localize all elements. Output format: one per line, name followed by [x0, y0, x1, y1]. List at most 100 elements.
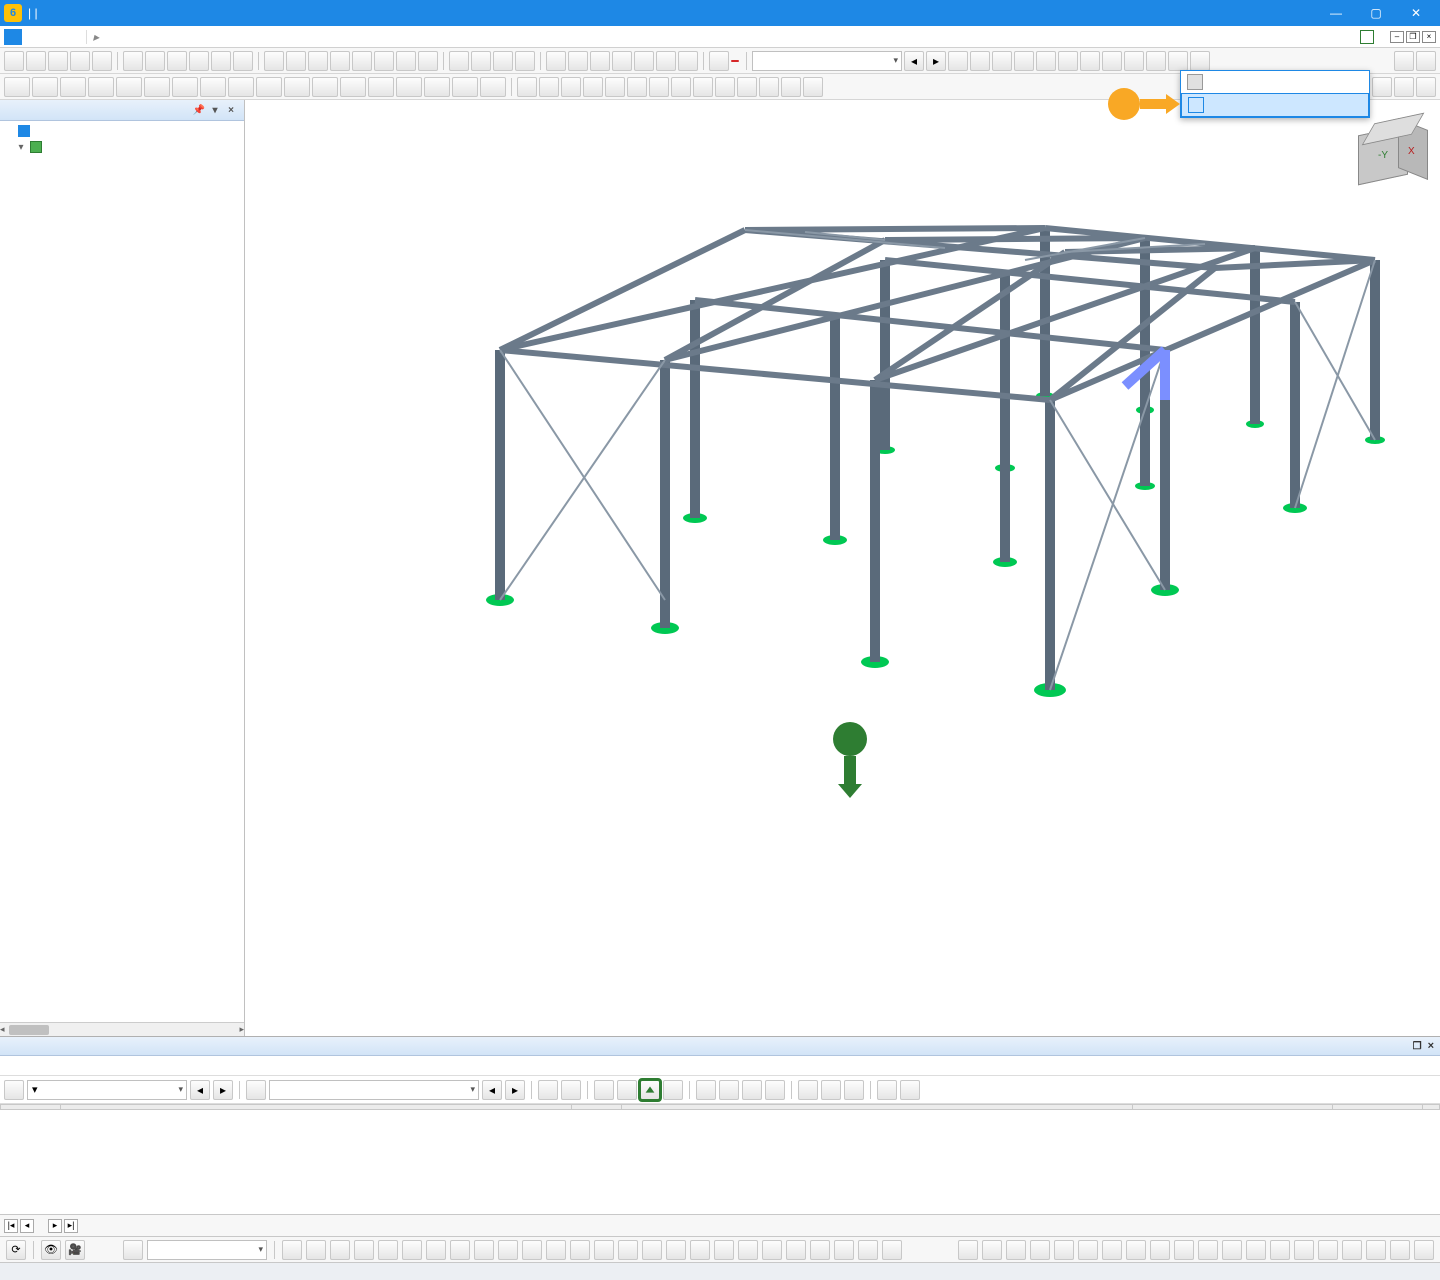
toolbar-button[interactable]	[742, 1080, 762, 1100]
toolbar-button[interactable]	[649, 77, 669, 97]
design-situation-combo[interactable]	[752, 51, 902, 71]
toolbar-button[interactable]	[70, 51, 90, 71]
toolbar-button[interactable]	[786, 1240, 806, 1260]
design-situations-table[interactable]	[0, 1104, 1440, 1110]
toolbar-button[interactable]	[1414, 1240, 1434, 1260]
toolbar-button[interactable]	[26, 51, 46, 71]
toolbar-button[interactable]	[1078, 1240, 1098, 1260]
toolbar-button[interactable]	[1058, 51, 1078, 71]
steel-joint-verify-item[interactable]	[1181, 93, 1369, 117]
model-viewport[interactable]: -Y X	[245, 100, 1440, 1036]
toolbar-button[interactable]	[1030, 1240, 1050, 1260]
toolbar-button[interactable]	[948, 51, 968, 71]
toolbar-button[interactable]	[627, 77, 647, 97]
mdi-close[interactable]: ×	[1422, 31, 1436, 43]
toolbar-button[interactable]	[1390, 1240, 1410, 1260]
data-icon[interactable]	[246, 1080, 266, 1100]
maximize-button[interactable]: ▢	[1356, 0, 1396, 26]
toolbar-button[interactable]	[374, 51, 394, 71]
toolbar-button[interactable]	[1174, 1240, 1194, 1260]
toolbar-button[interactable]	[306, 1240, 326, 1260]
toolbar-button[interactable]	[690, 1240, 710, 1260]
toolbar-button[interactable]	[330, 1240, 350, 1260]
toolbar-button[interactable]	[498, 1240, 518, 1260]
toolbar-button[interactable]	[594, 1240, 614, 1260]
toolbar-button[interactable]	[4, 77, 30, 97]
toolbar-button[interactable]	[480, 77, 506, 97]
toolbar-button[interactable]	[1198, 1240, 1218, 1260]
toolbar-button[interactable]	[781, 77, 801, 97]
toolbar-button[interactable]	[200, 77, 226, 97]
dropdown-icon[interactable]: ▾	[208, 103, 222, 117]
toolbar-button[interactable]	[515, 51, 535, 71]
toolbar-button[interactable]	[145, 51, 165, 71]
close-panel-icon[interactable]: ×	[224, 103, 238, 117]
toolbar-button[interactable]	[32, 77, 58, 97]
first-page[interactable]: |◂	[4, 1219, 18, 1233]
toolbar-button[interactable]	[617, 1080, 637, 1100]
module-icon[interactable]	[4, 1080, 24, 1100]
view-combo[interactable]	[147, 1240, 267, 1260]
toolbar-button[interactable]	[228, 77, 254, 97]
next-button[interactable]: ▸	[926, 51, 946, 71]
toolbar-button[interactable]	[354, 1240, 374, 1260]
toolbar-button[interactable]	[396, 51, 416, 71]
toolbar-button[interactable]	[211, 51, 231, 71]
toolbar-button[interactable]	[1394, 77, 1414, 97]
toolbar-button[interactable]	[737, 77, 757, 97]
toolbar-button[interactable]	[256, 77, 282, 97]
toolbar-button[interactable]	[877, 1080, 897, 1100]
toolbar-button[interactable]	[882, 1240, 902, 1260]
mdi-minimize[interactable]: –	[1390, 31, 1404, 43]
sync-icon[interactable]: ⟳	[6, 1240, 26, 1260]
toolbar-button[interactable]	[1190, 51, 1210, 71]
toolbar-button[interactable]	[634, 51, 654, 71]
toolbar-button[interactable]	[116, 77, 142, 97]
toolbar-button[interactable]	[378, 1240, 398, 1260]
toolbar-button[interactable]	[312, 77, 338, 97]
minimize-button[interactable]: —	[1316, 0, 1356, 26]
toolbar-button[interactable]	[568, 51, 588, 71]
toolbar-button[interactable]	[693, 77, 713, 97]
toolbar-button[interactable]	[1126, 1240, 1146, 1260]
close-panel-icon[interactable]: ×	[1428, 1040, 1434, 1052]
toolbar-button[interactable]	[1394, 51, 1414, 71]
last-page[interactable]: ▸|	[64, 1219, 78, 1233]
toolbar-button[interactable]	[714, 1240, 734, 1260]
toolbar-button[interactable]	[958, 1240, 978, 1260]
next-button[interactable]: ▸	[213, 1080, 233, 1100]
toolbar-button[interactable]	[561, 1080, 581, 1100]
toolbar-button[interactable]	[1036, 51, 1056, 71]
tree-model[interactable]: ▾	[0, 139, 244, 155]
data-combo[interactable]	[269, 1080, 479, 1100]
toolbar-button[interactable]	[570, 1240, 590, 1260]
toolbar-button[interactable]	[1366, 1240, 1386, 1260]
pin-icon[interactable]: ❐	[1413, 1041, 1422, 1052]
toolbar-button[interactable]	[561, 77, 581, 97]
toolbar-button[interactable]	[719, 1080, 739, 1100]
toolbar-button[interactable]	[762, 1240, 782, 1260]
toolbar-button[interactable]	[368, 77, 394, 97]
toolbar-button[interactable]	[1168, 51, 1188, 71]
toolbar-button[interactable]	[1416, 77, 1436, 97]
toolbar-button[interactable]	[48, 51, 68, 71]
toolbar-button[interactable]	[418, 51, 438, 71]
toolbar-button[interactable]	[167, 51, 187, 71]
toolbar-button[interactable]	[144, 77, 170, 97]
close-button[interactable]: ✕	[1396, 0, 1436, 26]
toolbar-button[interactable]	[189, 51, 209, 71]
prev-page[interactable]: ◂	[20, 1219, 34, 1233]
axis-icon[interactable]	[123, 1240, 143, 1260]
toolbar-button[interactable]	[1318, 1240, 1338, 1260]
calculate-all-item[interactable]	[1181, 71, 1369, 93]
toolbar-button[interactable]	[656, 51, 676, 71]
next-page[interactable]: ▸	[48, 1219, 62, 1233]
toolbar-button[interactable]	[522, 1240, 542, 1260]
toolbar-button[interactable]	[4, 51, 24, 71]
toolbar-button[interactable]	[493, 51, 513, 71]
toolbar-button[interactable]	[1222, 1240, 1242, 1260]
toolbar-button[interactable]	[233, 51, 253, 71]
toolbar-button[interactable]	[1270, 1240, 1290, 1260]
toolbar-button[interactable]	[282, 1240, 302, 1260]
tree-root[interactable]	[0, 123, 244, 139]
